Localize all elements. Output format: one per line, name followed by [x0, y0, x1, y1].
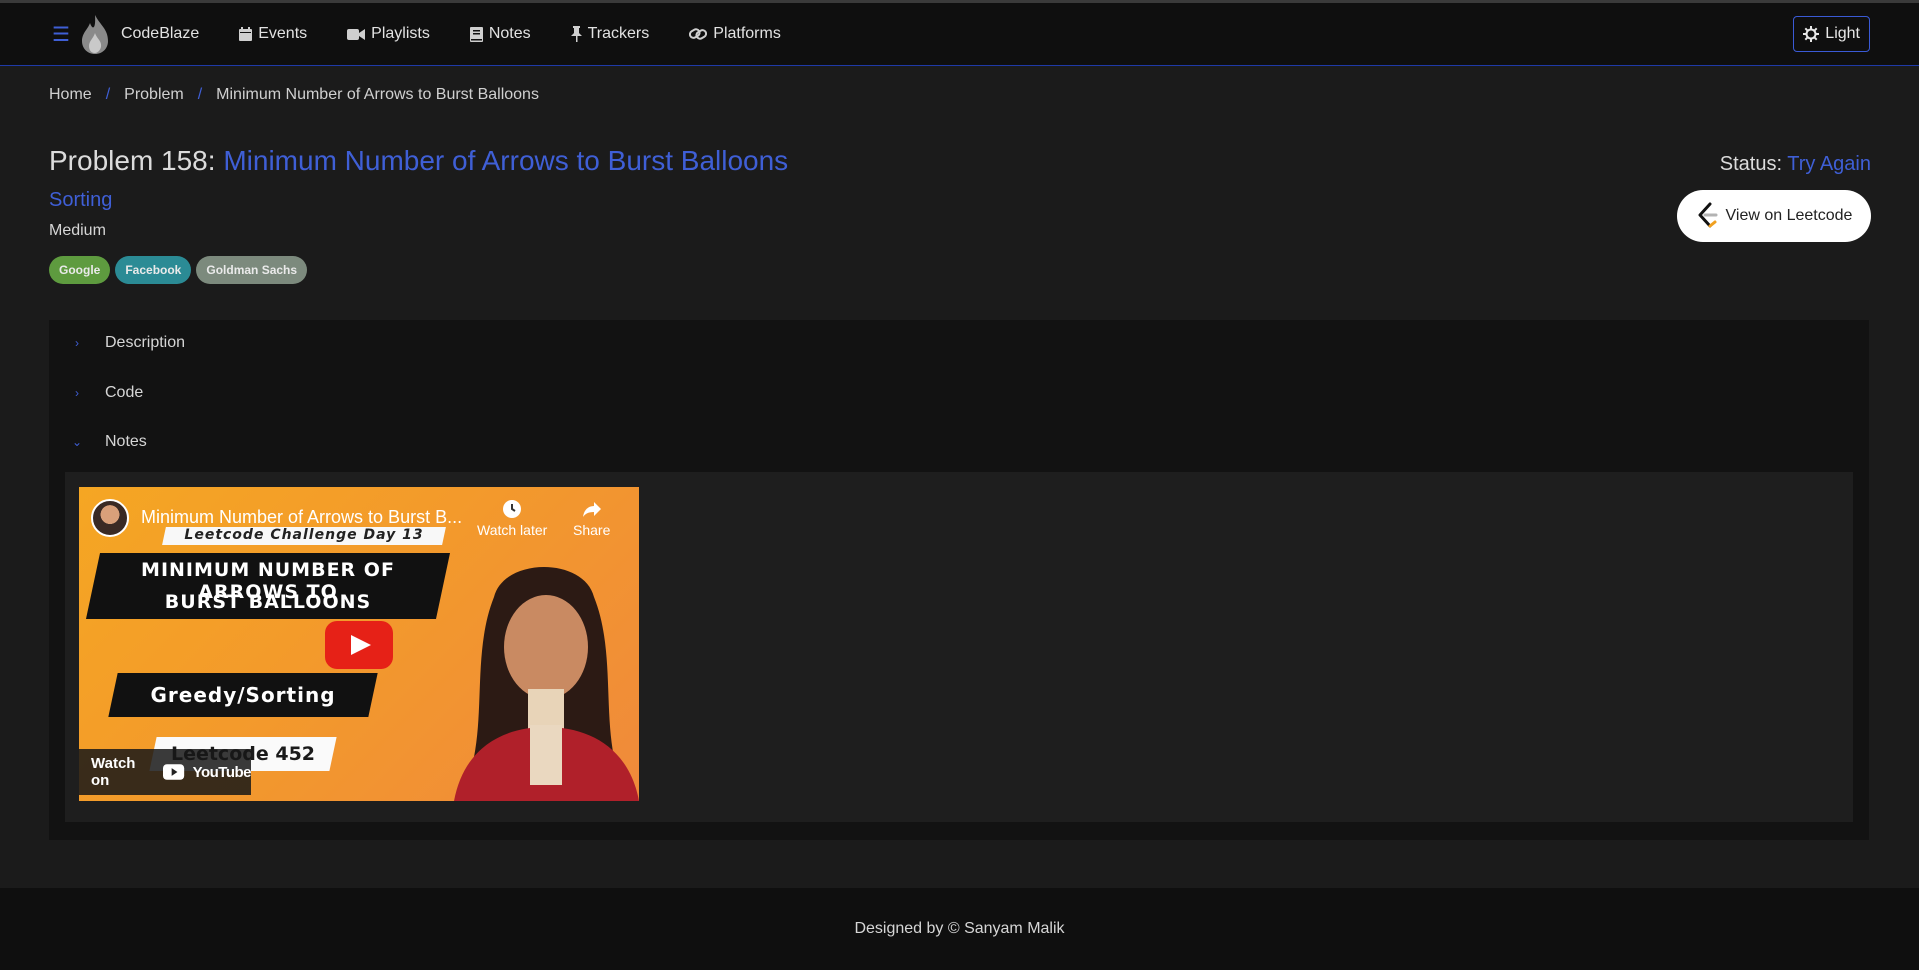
company-tags: Google Facebook Goldman Sachs: [49, 256, 308, 284]
nav-platforms[interactable]: Platforms: [689, 25, 781, 43]
chevron-right-icon: ›: [75, 386, 79, 400]
page-title: Problem 158: Minimum Number of Arrows to…: [49, 145, 788, 177]
notes-panel: Leetcode Challenge Day 13 MINIMUM NUMBER…: [65, 472, 1853, 822]
breadcrumb: Home / Problem / Minimum Number of Arrow…: [49, 86, 539, 104]
nav-events[interactable]: Events: [239, 25, 307, 43]
watch-on-youtube-button[interactable]: Watch on YouTube: [79, 749, 252, 795]
footer-credit: Designed by © Sanyam Malik: [854, 920, 1065, 937]
presenter-image: [454, 567, 639, 801]
youtube-embed[interactable]: Leetcode Challenge Day 13 MINIMUM NUMBER…: [79, 487, 639, 801]
nav-trackers-label: Trackers: [587, 25, 650, 42]
tag-google[interactable]: Google: [49, 256, 111, 284]
watch-later-button[interactable]: Watch later: [477, 499, 547, 538]
footer: Designed by © Sanyam Malik: [0, 888, 1919, 970]
problem-number: Problem 158:: [49, 145, 224, 176]
thumb-topic-text: Greedy/Sorting: [150, 683, 336, 707]
navbar: ☰ CodeBlaze Events Playlists Notes Track…: [0, 3, 1919, 66]
breadcrumb-home[interactable]: Home: [49, 86, 92, 104]
status-label: Status:: [1719, 153, 1783, 175]
watch-later-label: Watch later: [477, 522, 548, 538]
accordion-description-label: Description: [105, 334, 186, 351]
breadcrumb-problem[interactable]: Problem: [124, 86, 184, 104]
breadcrumb-separator: /: [197, 86, 203, 103]
accordion-code[interactable]: › Code: [65, 384, 143, 402]
clock-icon: [503, 500, 522, 518]
leetcode-icon: [1698, 202, 1718, 228]
accordion-code-label: Code: [105, 384, 144, 401]
view-on-leetcode-button[interactable]: View on Leetcode: [1677, 190, 1871, 242]
view-on-leetcode-label: View on Leetcode: [1725, 207, 1853, 224]
chevron-right-icon: ›: [75, 336, 79, 350]
nav-trackers[interactable]: Trackers: [570, 25, 650, 43]
breadcrumb-current: Minimum Number of Arrows to Burst Balloo…: [216, 86, 539, 103]
nav-playlists[interactable]: Playlists: [347, 25, 430, 43]
tag-goldman-sachs[interactable]: Goldman Sachs: [196, 256, 308, 284]
youtube-wordmark: YouTube: [192, 763, 252, 781]
status-value: Try Again: [1787, 153, 1871, 175]
chevron-down-icon: ⌄: [71, 435, 83, 449]
problem-status: Status: Try Again: [1720, 153, 1871, 176]
nav-events-label: Events: [258, 25, 308, 42]
nav-playlists-label: Playlists: [371, 25, 430, 42]
theme-toggle-label: Light: [1825, 25, 1860, 42]
flame-logo-icon[interactable]: [78, 13, 112, 55]
watch-on-label: Watch on: [91, 755, 136, 789]
problem-accordion: › Description › Code ⌄ Notes Leetcode Ch…: [49, 320, 1869, 840]
nav-platforms-label: Platforms: [713, 25, 781, 42]
youtube-logo-icon: [163, 764, 185, 780]
share-label: Share: [573, 522, 611, 538]
accordion-description[interactable]: › Description: [65, 334, 185, 352]
problem-difficulty: Medium: [49, 222, 106, 239]
problem-topic-link[interactable]: Sorting: [49, 189, 112, 212]
brand-name[interactable]: CodeBlaze: [121, 25, 199, 43]
breadcrumb-separator: /: [105, 86, 111, 103]
theme-toggle-button[interactable]: Light: [1793, 16, 1870, 52]
nav-notes-label: Notes: [488, 25, 531, 42]
book-icon: [469, 26, 483, 42]
thumb-title-line2: BURST BALLOONS: [164, 591, 372, 613]
sun-gear-icon: [1803, 26, 1820, 42]
video-camera-icon: [347, 28, 366, 40]
link-icon: [689, 28, 708, 40]
tag-facebook[interactable]: Facebook: [115, 256, 192, 284]
hamburger-menu-icon[interactable]: ☰: [52, 22, 70, 47]
video-title[interactable]: Minimum Number of Arrows to Burst B...: [141, 507, 462, 528]
thumb-challenge-text: Leetcode Challenge Day 13: [184, 527, 424, 543]
accordion-notes[interactable]: ⌄ Notes: [65, 433, 147, 451]
problem-name: Minimum Number of Arrows to Burst Balloo…: [223, 145, 789, 176]
channel-avatar[interactable]: [91, 499, 129, 537]
accordion-notes-label: Notes: [105, 433, 147, 450]
play-button[interactable]: [325, 621, 393, 669]
share-button[interactable]: Share: [573, 499, 610, 538]
calendar-icon: [239, 27, 253, 41]
pin-icon: [570, 26, 582, 42]
nav-notes[interactable]: Notes: [469, 25, 531, 43]
share-arrow-icon: [582, 502, 601, 517]
